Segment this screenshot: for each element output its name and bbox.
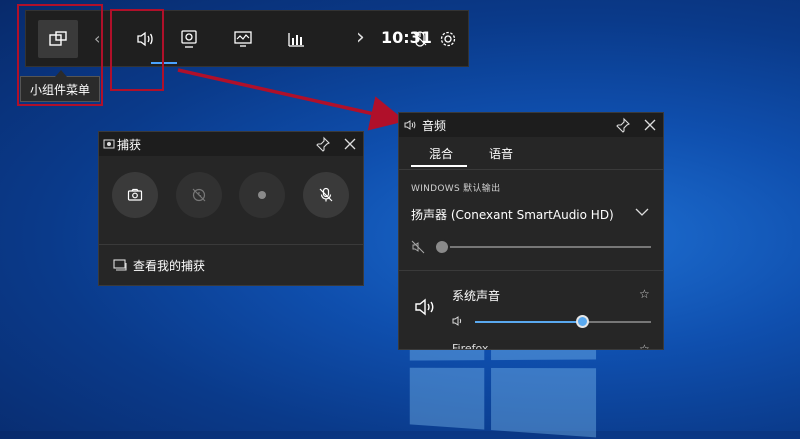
- capture-header-icon: [103, 139, 115, 149]
- master-volume-track[interactable]: [439, 246, 651, 248]
- close-icon[interactable]: [642, 117, 658, 133]
- speaker-muted-icon[interactable]: [411, 240, 425, 254]
- record-last-button[interactable]: [176, 172, 222, 218]
- annotation-box-audio: [110, 9, 164, 91]
- record-dot-icon: [258, 191, 266, 199]
- pin-icon[interactable]: [315, 136, 331, 152]
- default-output-heading: WINDOWS 默认输出: [411, 184, 501, 194]
- resources-icon: [288, 33, 304, 47]
- system-sounds-icon: [415, 298, 434, 316]
- master-volume-thumb[interactable]: [434, 239, 450, 255]
- system-sounds-label: 系统声音: [452, 289, 501, 303]
- close-icon[interactable]: [342, 136, 358, 152]
- resources-widget-button[interactable]: [276, 20, 316, 58]
- settings-button[interactable]: [428, 20, 468, 58]
- view-captures-link[interactable]: 查看我的捕获: [99, 245, 363, 285]
- output-device-select[interactable]: 扬声器 (Conexant SmartAudio HD): [411, 206, 614, 223]
- favorite-star-icon-2[interactable]: ☆: [639, 342, 650, 349]
- view-captures-label: 查看我的捕获: [133, 258, 206, 273]
- chevron-right-icon[interactable]: ›: [356, 25, 365, 50]
- annotation-box-widget-menu: [17, 4, 103, 106]
- capture-icon: [181, 30, 197, 48]
- screenshot-button[interactable]: [112, 172, 158, 218]
- performance-widget-button[interactable]: [223, 20, 263, 58]
- pin-icon[interactable]: [615, 117, 631, 133]
- audio-widget: 音频 混合 语音 WINDOWS 默认输出 扬声器 (Conexant Smar…: [398, 112, 664, 350]
- mouse-icon: [413, 31, 427, 47]
- chevron-down-icon[interactable]: [635, 205, 649, 219]
- capture-buttons: [99, 156, 363, 244]
- capture-widget: 捕获 查看我的捕获: [98, 131, 364, 286]
- mic-toggle-button[interactable]: [303, 172, 349, 218]
- audio-title: 音频: [422, 118, 447, 133]
- capture-widget-button[interactable]: [169, 20, 209, 58]
- active-tab-indicator: [411, 165, 467, 167]
- tab-voice[interactable]: 语音: [489, 145, 513, 162]
- performance-icon: [234, 31, 252, 47]
- audio-header: 音频: [399, 113, 663, 137]
- camera-icon: [127, 188, 143, 201]
- audio-tabs: 混合 语音: [399, 137, 663, 170]
- favorite-star-icon[interactable]: ☆: [639, 287, 650, 301]
- small-speaker-icon[interactable]: [452, 315, 464, 327]
- capture-header: 捕获: [99, 132, 363, 156]
- gallery-icon: [113, 259, 127, 271]
- capture-title: 捕获: [117, 137, 142, 152]
- history-disabled-icon: [192, 188, 206, 202]
- tab-mix[interactable]: 混合: [429, 145, 453, 162]
- system-volume-fill: [475, 321, 582, 323]
- audio-divider: [399, 270, 663, 271]
- mic-muted-icon: [319, 187, 333, 202]
- speaker-header-icon: [404, 120, 416, 130]
- record-button[interactable]: [239, 172, 285, 218]
- gear-icon: [440, 31, 456, 47]
- system-volume-thumb[interactable]: [576, 315, 589, 328]
- next-app-label: Firefox: [452, 342, 489, 350]
